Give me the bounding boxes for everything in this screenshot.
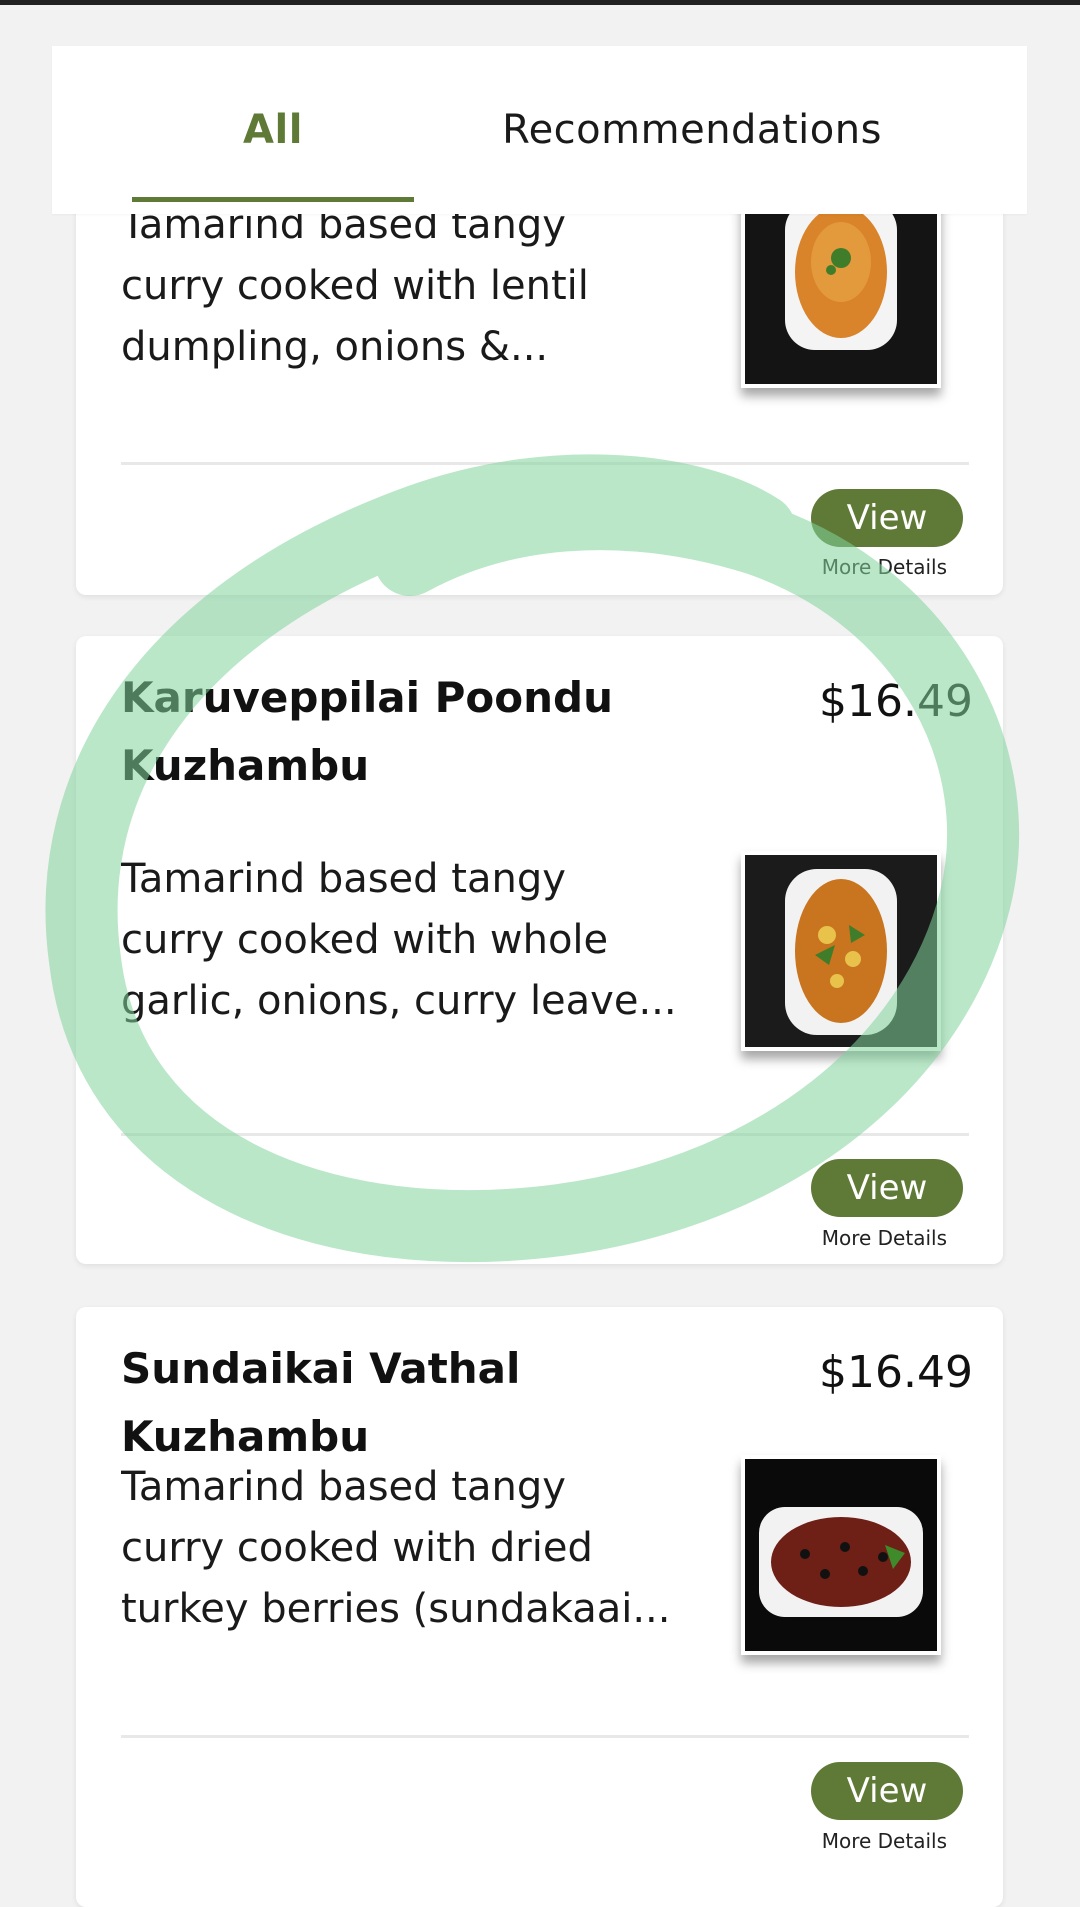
dish-illustration bbox=[745, 192, 937, 384]
dish-illustration bbox=[745, 1459, 937, 1651]
tab-all[interactable]: All bbox=[132, 46, 414, 214]
card-divider bbox=[121, 1133, 969, 1136]
dish-illustration bbox=[745, 855, 937, 1047]
curry-dish-image[interactable] bbox=[741, 851, 941, 1051]
item-name: Karuveppilai Poondu Kuzhambu bbox=[121, 673, 614, 790]
active-tab-indicator bbox=[132, 197, 414, 202]
card-divider bbox=[121, 462, 969, 465]
item-description: Tamarind based tangy curry cooked with l… bbox=[121, 195, 681, 425]
menu-item-card[interactable]: Sundaikai Vathal Kuzhambu $16.49 Tamarin… bbox=[76, 1307, 1003, 1907]
category-tabs: All Recommendations bbox=[52, 46, 1027, 214]
tab-all-label: All bbox=[243, 107, 303, 153]
status-bar-edge bbox=[0, 0, 1080, 5]
curry-dish-image[interactable] bbox=[741, 188, 941, 388]
menu-item-card[interactable]: Karuveppilai Poondu Kuzhambu $16.49 Tama… bbox=[76, 636, 1003, 1264]
view-button[interactable]: View bbox=[811, 1159, 963, 1217]
card-divider bbox=[121, 1735, 969, 1738]
item-description: Tamarind based tangy curry cooked with w… bbox=[121, 856, 677, 1024]
tab-recommendations[interactable]: Recommendations bbox=[482, 46, 902, 214]
item-description-text: curry cooked with lentil dumpling, onion… bbox=[121, 263, 589, 370]
curry-dish-image[interactable] bbox=[741, 1455, 941, 1655]
view-button[interactable]: View bbox=[811, 489, 963, 547]
more-details-link[interactable]: More Details bbox=[822, 1226, 947, 1250]
item-description: Tamarind based tangy curry cooked with d… bbox=[121, 1464, 671, 1632]
item-price: $16.49 bbox=[819, 1347, 973, 1398]
view-button[interactable]: View bbox=[811, 1762, 963, 1820]
item-name: Sundaikai Vathal Kuzhambu bbox=[121, 1344, 521, 1461]
tab-recommendations-label: Recommendations bbox=[502, 107, 882, 153]
more-details-link[interactable]: More Details bbox=[822, 555, 947, 579]
more-details-link[interactable]: More Details bbox=[822, 1829, 947, 1853]
item-price: $16.49 bbox=[819, 676, 973, 727]
